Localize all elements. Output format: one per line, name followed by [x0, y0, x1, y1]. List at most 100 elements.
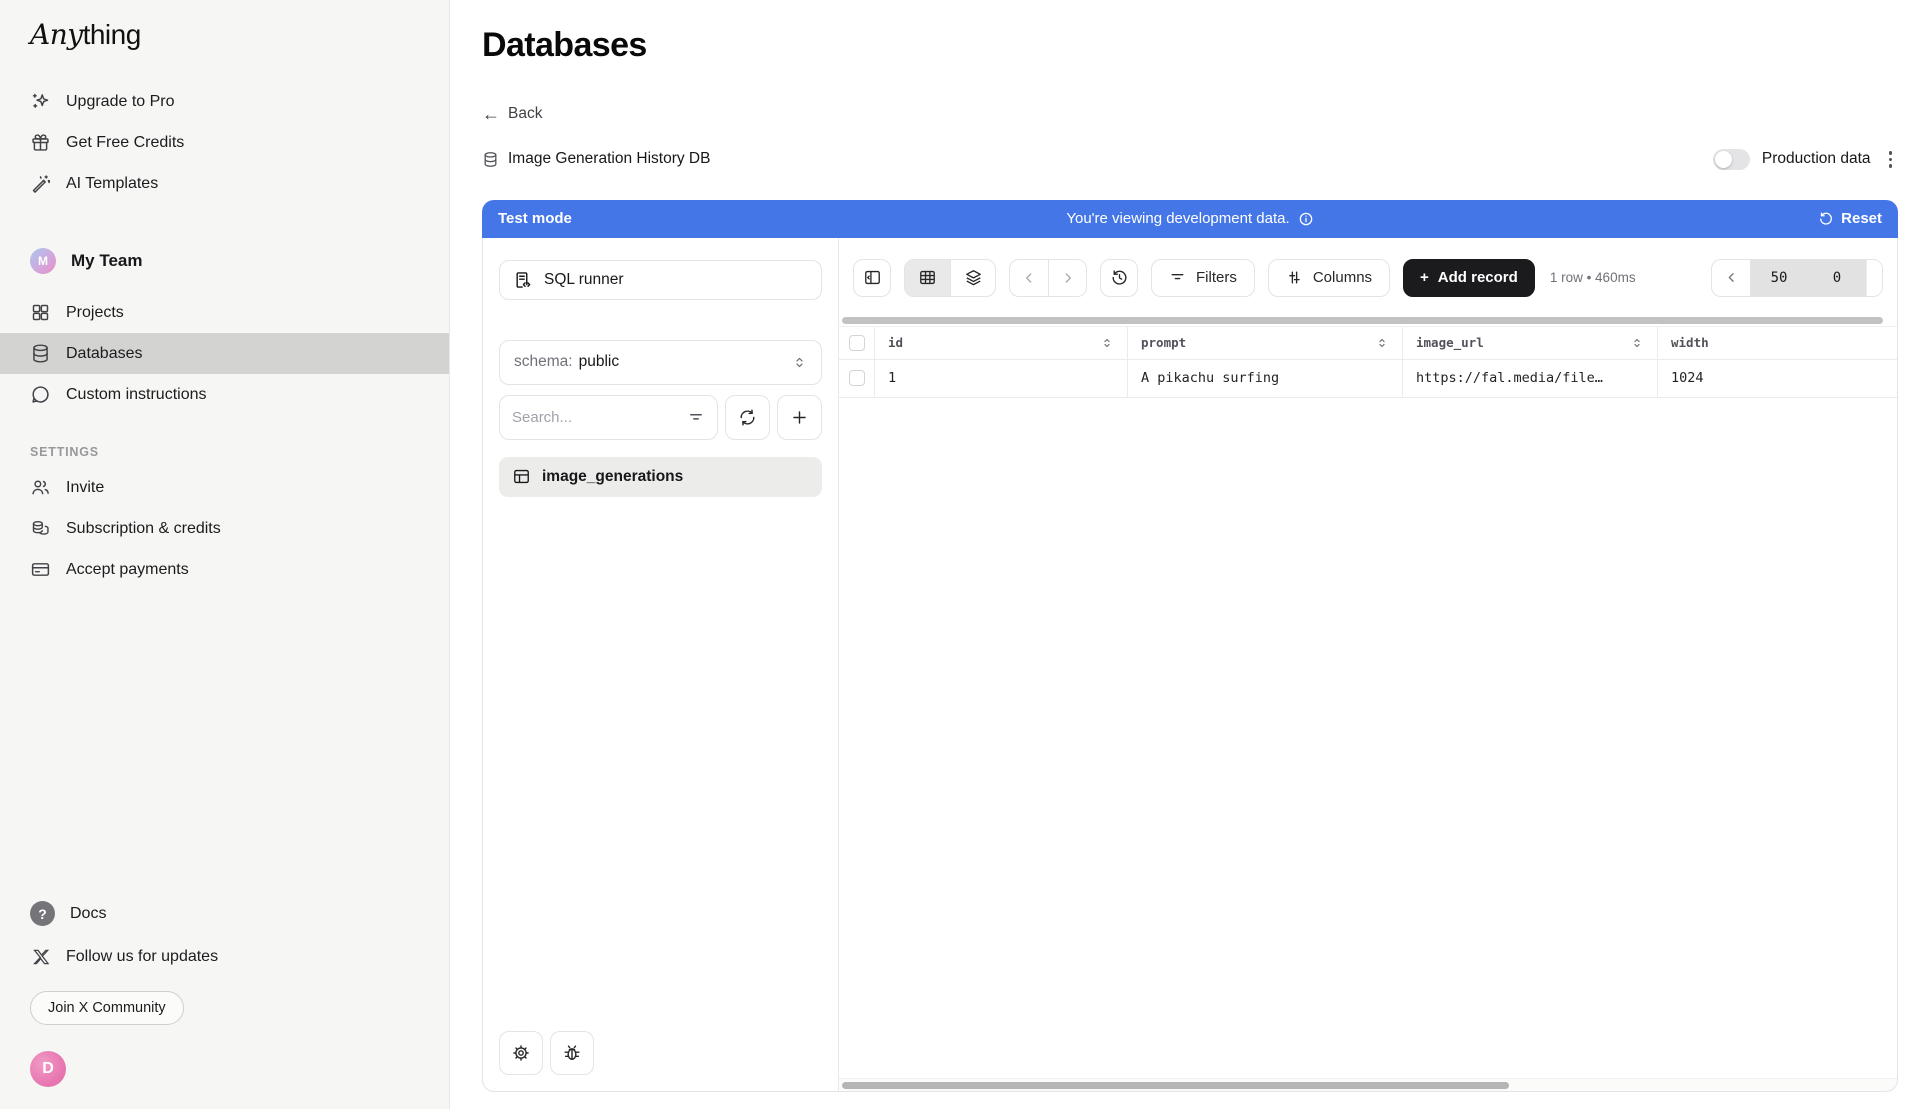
cell-width[interactable]: 1024 [1658, 360, 1897, 397]
app-logo[interactable]: Anything [0, 18, 449, 51]
add-record-button[interactable]: + Add record [1403, 259, 1535, 297]
reset-label: Reset [1841, 210, 1882, 227]
column-header-prompt[interactable]: prompt [1128, 327, 1403, 359]
more-options-button[interactable] [1883, 147, 1899, 172]
filter-lines-icon[interactable] [687, 408, 705, 426]
team-switcher[interactable]: M My Team [0, 238, 449, 284]
next-record-button[interactable] [1048, 260, 1086, 296]
sort-icon[interactable] [1375, 336, 1389, 350]
records-toolbar: Filters Columns + Add record 1 row • 460… [839, 238, 1897, 297]
back-arrow-icon: ← [482, 105, 500, 123]
schema-select[interactable]: schema: public [499, 340, 822, 385]
cell-value: https://fal.media/file… [1416, 370, 1603, 386]
production-data-toggle[interactable] [1713, 149, 1750, 170]
column-header-id[interactable]: id [875, 327, 1128, 359]
sidebar-item-ai-templates[interactable]: AI Templates [0, 163, 449, 204]
cell-value: A pikachu surfing [1141, 370, 1279, 386]
refresh-icon [738, 408, 757, 427]
sort-icon[interactable] [1100, 336, 1114, 350]
history-button[interactable] [1100, 259, 1138, 297]
sidebar-quick-links: Upgrade to Pro Get Free Credits AI Templ… [0, 81, 449, 204]
join-community-button[interactable]: Join X Community [30, 991, 184, 1025]
sql-document-icon [513, 270, 533, 290]
column-header-width[interactable]: width [1658, 327, 1897, 359]
table-view-button[interactable] [905, 260, 950, 296]
database-panel: Test mode You're viewing development dat… [482, 200, 1898, 1092]
sidebar-item-custom-instructions[interactable]: Custom instructions [0, 374, 449, 415]
plus-icon [790, 408, 809, 427]
column-header-label: id [888, 335, 903, 350]
schema-value: public [579, 353, 620, 371]
prev-record-button[interactable] [1010, 260, 1048, 296]
sliders-icon [1286, 269, 1303, 286]
sidebar-item-accept-payments[interactable]: Accept payments [0, 549, 449, 590]
filters-button[interactable]: Filters [1151, 259, 1255, 297]
info-icon[interactable] [1298, 211, 1314, 227]
sidebar-item-docs[interactable]: ? Docs [0, 891, 449, 936]
collapse-sidebar-button[interactable] [853, 259, 891, 297]
sidebar-item-label: AI Templates [66, 175, 158, 193]
debug-button[interactable] [550, 1031, 594, 1075]
sidebar-item-label: Invite [66, 479, 104, 497]
cell-prompt[interactable]: A pikachu surfing [1128, 360, 1403, 397]
sidebar-item-label: Follow us for updates [66, 948, 218, 966]
user-avatar[interactable]: D [30, 1051, 66, 1087]
back-label: Back [508, 105, 542, 123]
table-row[interactable]: 1 A pikachu surfing https://fal.media/fi… [839, 360, 1897, 398]
page-offset-value[interactable]: 0 [1808, 260, 1866, 296]
grid-icon [30, 302, 51, 323]
column-header-label: image_url [1416, 335, 1484, 350]
sidebar-item-upgrade-to-pro[interactable]: Upgrade to Pro [0, 81, 449, 122]
sidebar-item-label: Accept payments [66, 561, 189, 579]
sidebar-item-invite[interactable]: Invite [0, 467, 449, 508]
sql-runner-label: SQL runner [544, 271, 624, 289]
cell-image-url[interactable]: https://fal.media/file… [1403, 360, 1658, 397]
cell-value: 1024 [1671, 370, 1704, 386]
sidebar-item-databases[interactable]: Databases [0, 333, 449, 374]
columns-label: Columns [1313, 269, 1372, 286]
sort-icon[interactable] [1630, 336, 1644, 350]
page-size-value[interactable]: 50 [1750, 260, 1808, 296]
sidebar-item-label: Get Free Credits [66, 134, 184, 152]
team-name: My Team [71, 251, 143, 271]
add-table-button[interactable] [777, 395, 822, 440]
test-mode-label: Test mode [498, 210, 572, 227]
table-search-input[interactable] [512, 409, 687, 426]
select-all-cell [839, 327, 875, 359]
sql-runner-button[interactable]: SQL runner [499, 260, 822, 300]
page-prev-button[interactable] [1712, 260, 1750, 296]
main-content: Databases ← Back Image Generation Histor… [450, 0, 1920, 1109]
column-header-image-url[interactable]: image_url [1403, 327, 1658, 359]
horizontal-scrollbar-bottom [839, 1078, 1897, 1091]
scrollbar-thumb[interactable] [842, 317, 1883, 324]
horizontal-scrollbar-top [842, 317, 1894, 324]
reset-button[interactable]: Reset [1818, 210, 1882, 227]
table-list-item-image-generations[interactable]: image_generations [499, 457, 822, 497]
row-checkbox[interactable] [849, 370, 865, 386]
add-record-label: Add record [1438, 269, 1518, 286]
schema-view-button[interactable] [950, 260, 995, 296]
sidebar-footer: ? Docs Follow us for updates Join X Comm… [0, 891, 449, 1087]
record-nav-switch [1009, 259, 1087, 297]
settings-button[interactable] [499, 1031, 543, 1075]
back-link[interactable]: ← Back [482, 105, 542, 123]
view-mode-switch [904, 259, 996, 297]
explorer-panel: SQL runner schema: public [483, 238, 839, 1091]
sparkles-icon [30, 91, 51, 112]
sidebar-item-follow-updates[interactable]: Follow us for updates [0, 936, 449, 977]
sidebar-item-subscription-credits[interactable]: Subscription & credits [0, 508, 449, 549]
refresh-tables-button[interactable] [725, 395, 770, 440]
records-table: id prompt [839, 326, 1897, 398]
banner-message: You're viewing development data. [1066, 210, 1289, 227]
cell-id[interactable]: 1 [875, 360, 1128, 397]
scrollbar-thumb[interactable] [842, 1082, 1509, 1089]
production-data-label: Production data [1762, 150, 1871, 168]
table-view-icon [918, 268, 937, 287]
select-all-checkbox[interactable] [849, 335, 865, 351]
sidebar-item-get-free-credits[interactable]: Get Free Credits [0, 122, 449, 163]
credit-card-icon [30, 559, 51, 580]
sidebar-item-projects[interactable]: Projects [0, 292, 449, 333]
chevron-left-icon [1021, 270, 1037, 286]
table-search-row [499, 395, 822, 440]
columns-button[interactable]: Columns [1268, 259, 1390, 297]
